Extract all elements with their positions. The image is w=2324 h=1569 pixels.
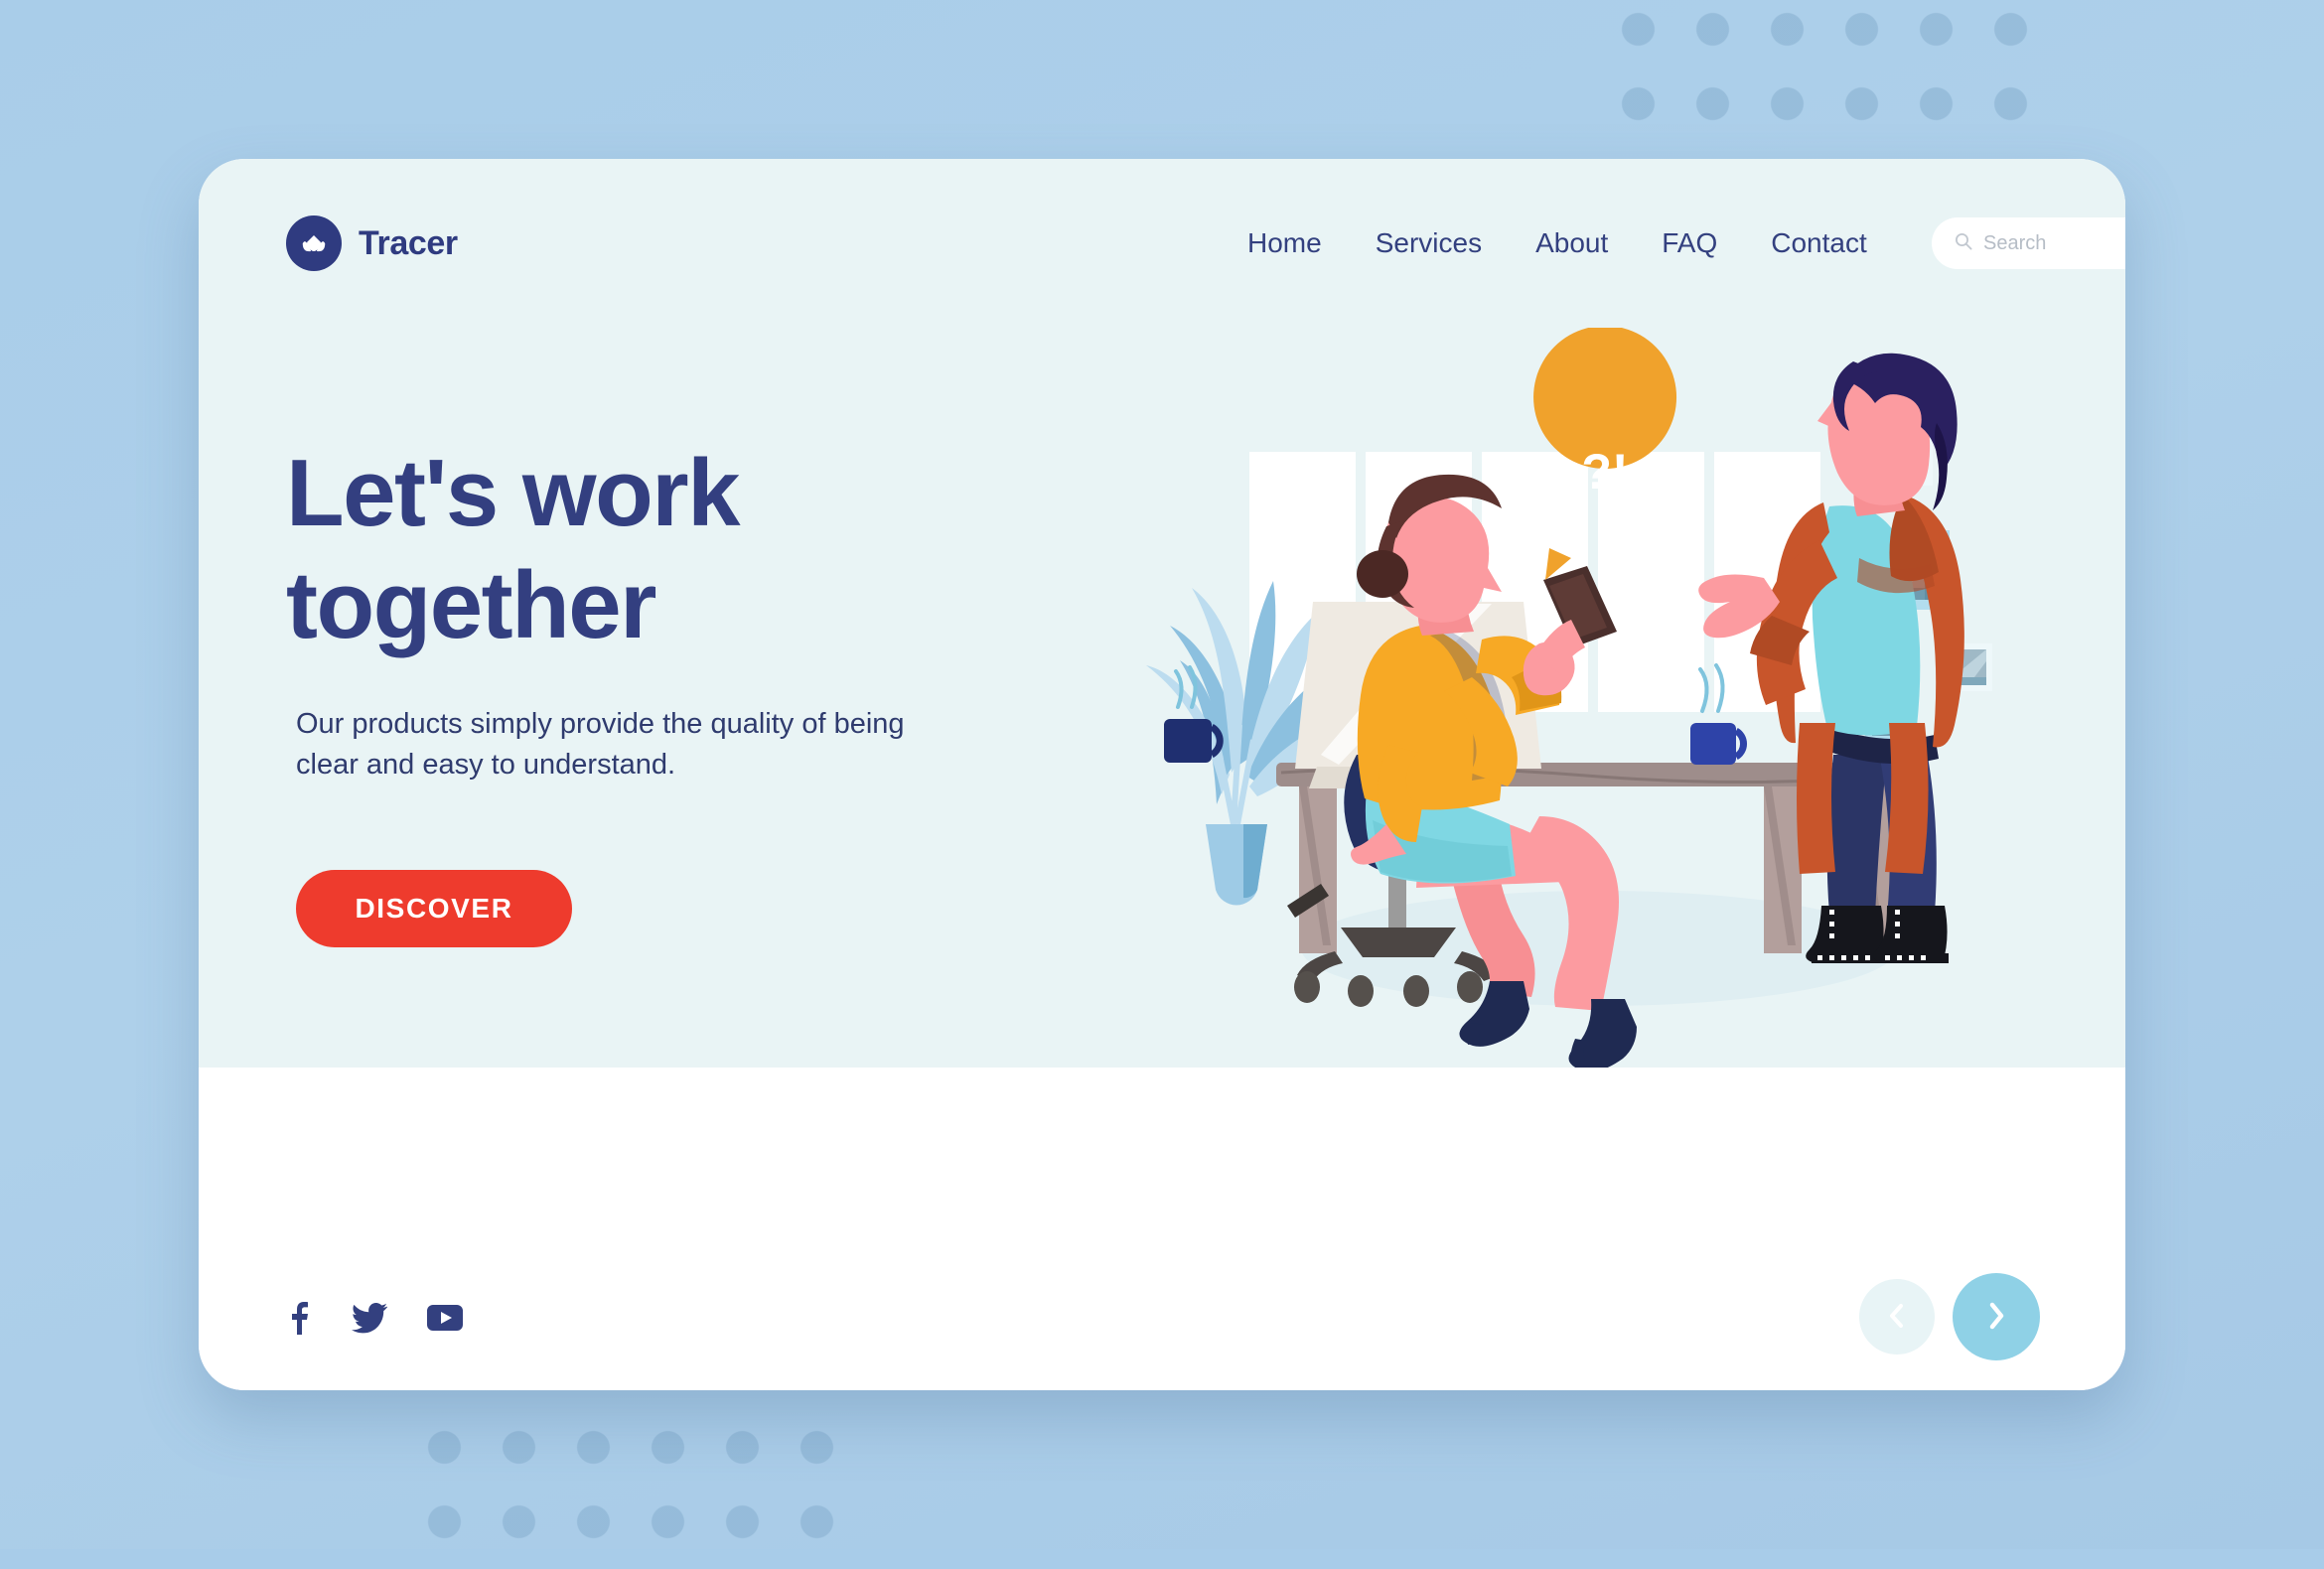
decorative-dot-grid-bottom-left	[407, 1410, 874, 1569]
decorative-dot-grid-top-right	[1601, 0, 2058, 151]
lotus-mark-icon	[286, 215, 342, 271]
headline-line-1: Let's work	[286, 440, 740, 546]
nav-item-services[interactable]: Services	[1376, 227, 1482, 259]
brand-logo[interactable]: Tracer	[286, 215, 458, 271]
social-links	[286, 1301, 463, 1340]
search-input[interactable]: Search	[1932, 217, 2125, 269]
chevron-right-icon	[1986, 1301, 2006, 1334]
hero-subhead: Our products simply provide the quality …	[296, 707, 905, 781]
nav-item-faq[interactable]: FAQ	[1662, 227, 1717, 259]
nav-item-home[interactable]: Home	[1247, 227, 1322, 259]
carousel-controls	[1859, 1273, 2040, 1360]
nav-item-contact[interactable]: Contact	[1771, 227, 1867, 259]
search-icon	[1954, 231, 1973, 256]
twitter-icon[interactable]	[351, 1301, 387, 1340]
facebook-icon[interactable]	[286, 1301, 312, 1340]
page-title: Let's work together	[286, 437, 1021, 662]
footer-panel	[199, 1068, 2125, 1390]
carousel-prev-button[interactable]	[1859, 1279, 1935, 1355]
nav-item-about[interactable]: About	[1535, 227, 1608, 259]
headline-line-2: together	[286, 552, 657, 659]
search-placeholder: Search	[1983, 231, 2047, 254]
hero-copy: Let's work together Our products simply …	[286, 437, 1021, 947]
svg-text:?!: ?!	[1581, 444, 1628, 499]
brand-name: Tracer	[359, 223, 458, 262]
discover-button[interactable]: DISCOVER	[296, 869, 572, 947]
chevron-left-icon	[1888, 1302, 1906, 1333]
landing-page-card: ?! Tracer Home Services About FAQ Contac…	[199, 159, 2125, 1390]
site-header: Tracer Home Services About FAQ Contact S…	[199, 159, 2125, 328]
main-navigation: Home Services About FAQ Contact	[1247, 227, 1867, 259]
hero-illustration: ?!	[1122, 328, 2125, 1068]
youtube-icon[interactable]	[427, 1304, 463, 1337]
carousel-next-button[interactable]	[1953, 1273, 2040, 1360]
